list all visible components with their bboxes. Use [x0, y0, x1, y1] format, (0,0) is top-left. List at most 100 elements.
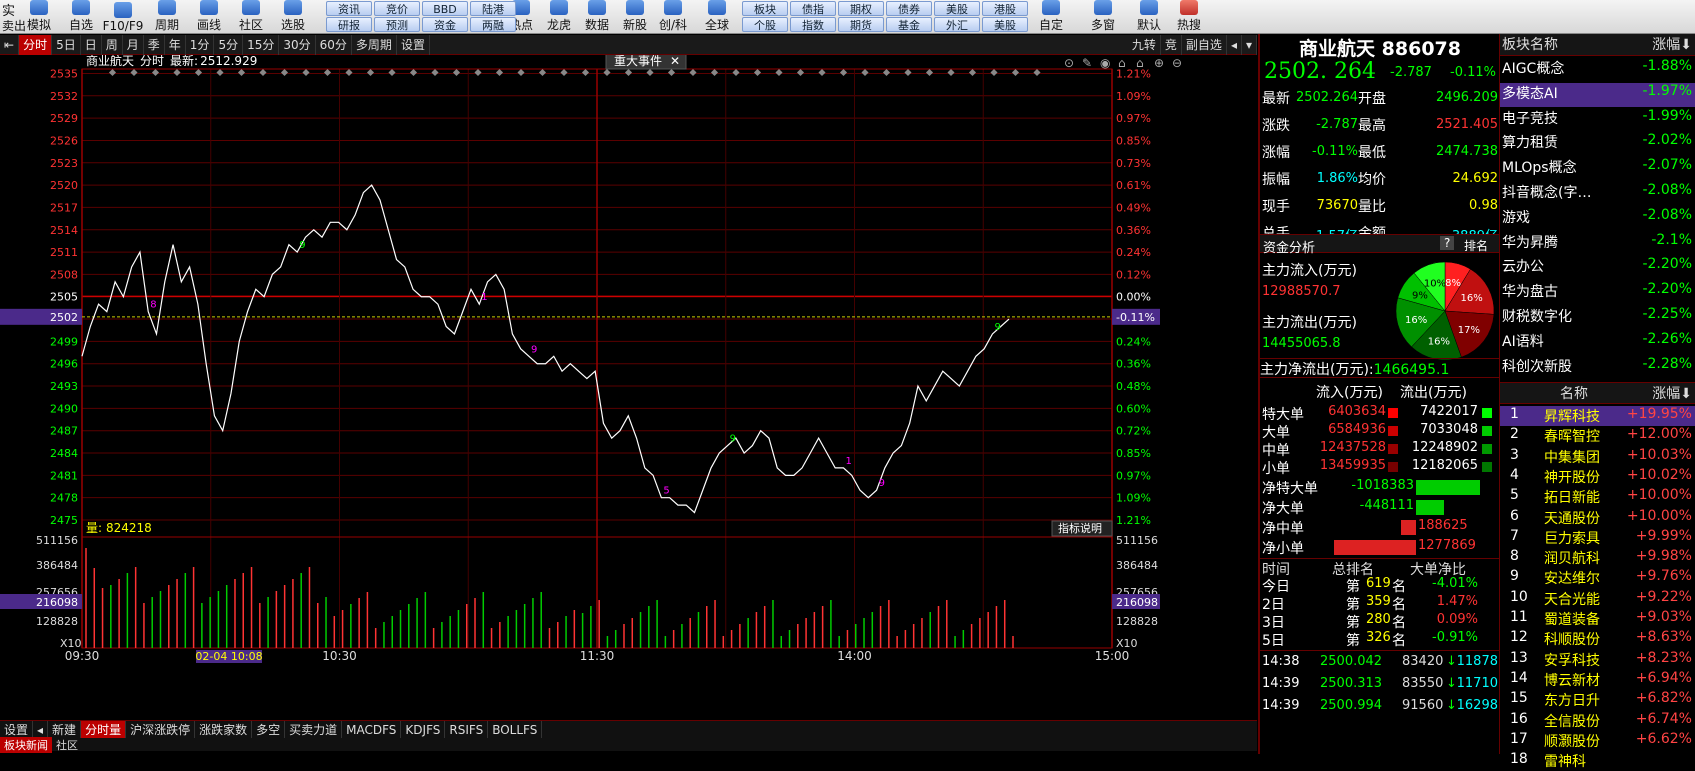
- sector-item[interactable]: 华为昇腾 -2.1%: [1500, 232, 1695, 256]
- event-marker[interactable]: [345, 68, 353, 77]
- sector-item[interactable]: 算力租赁 -2.02%: [1500, 132, 1695, 156]
- toolbar-pair-top[interactable]: 板块: [742, 1, 788, 16]
- sector-head-pct[interactable]: 涨幅⬇: [1652, 34, 1692, 54]
- stock-rank-row[interactable]: 8 润贝航科 +9.98%: [1500, 548, 1695, 568]
- stock-rank-row[interactable]: 4 神开股份 +10.02%: [1500, 467, 1695, 487]
- event-marker[interactable]: [947, 68, 955, 77]
- intraday-chart[interactable]: 2535 1.21% 2532 1.09% 2529 0.97% 2526 0.85% 2523…: [0, 52, 1257, 720]
- chevron-down-icon[interactable]: ▾: [1242, 35, 1257, 55]
- sector-item[interactable]: MLOps概念 -2.07%: [1500, 157, 1695, 181]
- tab-right-0[interactable]: 九转: [1128, 35, 1161, 55]
- chart-tool-icon[interactable]: ⊙: [1064, 56, 1074, 70]
- toolbar-pair-top[interactable]: BBD: [422, 1, 468, 16]
- sector-item[interactable]: 多模态AI -1.97%: [1500, 82, 1695, 107]
- sector-item[interactable]: AI语料 -2.26%: [1500, 331, 1695, 355]
- sector-item[interactable]: 抖音概念(字… -2.08%: [1500, 182, 1695, 206]
- tab-11[interactable]: 60分: [316, 34, 352, 55]
- event-marker[interactable]: [990, 68, 998, 77]
- stock-rank-row[interactable]: 7 巨力索具 +9.99%: [1500, 528, 1695, 548]
- toolbar-pair-bottom[interactable]: 基金: [886, 17, 932, 32]
- toolbar-pair-bottom[interactable]: 个股: [742, 17, 788, 32]
- event-marker[interactable]: [474, 68, 482, 77]
- stock-rank-row[interactable]: 5 拓日新能 +10.00%: [1500, 487, 1695, 507]
- event-marker[interactable]: [495, 68, 504, 77]
- event-marker[interactable]: [667, 68, 676, 77]
- toolbar-pair-bottom[interactable]: 指数: [790, 17, 836, 32]
- event-marker[interactable]: [409, 68, 418, 77]
- event-marker[interactable]: [581, 68, 590, 77]
- toolbar-pair-top[interactable]: 美股: [934, 1, 980, 16]
- sector-item[interactable]: 财税数字化 -2.25%: [1500, 306, 1695, 330]
- toolbar-pair-bottom[interactable]: 两融: [470, 17, 516, 32]
- indicator-tab-6[interactable]: 买卖力道: [285, 720, 343, 739]
- event-marker[interactable]: [280, 68, 289, 77]
- event-marker[interactable]: [388, 68, 396, 77]
- indicator-tab-2[interactable]: 分时量: [81, 720, 127, 739]
- event-marker[interactable]: [753, 68, 762, 77]
- toolbar-button-c3-1[interactable]: 多窗: [1084, 0, 1122, 34]
- chart-canvas[interactable]: 2535 1.21% 2532 1.09% 2529 0.97% 2526 0.85% 2523…: [0, 52, 1257, 720]
- toolbar-pair-bottom[interactable]: 外汇: [934, 17, 980, 32]
- help-button[interactable]: ?: [1440, 236, 1455, 250]
- tab-7[interactable]: 1分: [186, 34, 215, 55]
- tab-0[interactable]: 分时: [19, 34, 53, 55]
- event-marker[interactable]: [194, 68, 203, 77]
- stock-rank-row[interactable]: 9 安达维尔 +9.76%: [1500, 568, 1695, 588]
- event-marker[interactable]: [538, 68, 547, 77]
- rank-head-pct[interactable]: 涨幅⬇: [1652, 383, 1692, 403]
- event-marker[interactable]: [882, 68, 891, 77]
- stock-rank-row[interactable]: 17 顺灏股份 +6.62%: [1500, 731, 1695, 751]
- stock-rank-row[interactable]: 16 全信股份 +6.74%: [1500, 711, 1695, 731]
- toolbar-pair-bottom[interactable]: 研报: [326, 17, 372, 32]
- sector-item[interactable]: 电子竞技 -1.99%: [1500, 108, 1695, 132]
- toolbar-pair-bottom[interactable]: 预测: [374, 17, 420, 32]
- stock-rank-row[interactable]: 12 科顺股份 +8.63%: [1500, 629, 1695, 649]
- event-marker[interactable]: [646, 68, 654, 77]
- sector-item[interactable]: AIGC概念 -1.88%: [1500, 58, 1695, 82]
- event-marker[interactable]: [216, 68, 224, 77]
- stock-rank-row[interactable]: 1 昇辉科技 +19.95%: [1500, 406, 1695, 427]
- event-marker[interactable]: [151, 68, 160, 77]
- toolbar-pair-top[interactable]: 港股: [982, 1, 1028, 16]
- toolbar-button-a-5[interactable]: 社区: [232, 0, 270, 34]
- toolbar-button-a-4[interactable]: 画线: [190, 0, 228, 34]
- tab-1[interactable]: 5日: [52, 34, 81, 55]
- sector-item[interactable]: 云办公 -2.20%: [1500, 256, 1695, 280]
- tab-3[interactable]: 周: [102, 34, 123, 55]
- event-marker[interactable]: [775, 68, 783, 77]
- toolbar-pair-top[interactable]: 陆港: [470, 1, 516, 16]
- close-icon[interactable]: ✕: [670, 54, 680, 68]
- event-marker[interactable]: [1033, 68, 1041, 77]
- toolbar-button-a-2[interactable]: F10/F9: [103, 0, 143, 34]
- stock-rank-row[interactable]: 6 天通股份 +10.00%: [1500, 508, 1695, 528]
- toolbar-pair-top[interactable]: 期权: [838, 1, 884, 16]
- stock-rank-row[interactable]: 15 东方日升 +6.82%: [1500, 690, 1695, 710]
- toolbar-pair-bottom[interactable]: 美股: [982, 17, 1028, 32]
- toolbar-pair-top[interactable]: 债指: [790, 1, 836, 16]
- event-marker[interactable]: [259, 68, 267, 77]
- event-marker[interactable]: [603, 68, 611, 77]
- toolbar-button-b-4[interactable]: 创/科: [654, 0, 692, 34]
- event-marker[interactable]: [323, 68, 332, 77]
- event-marker[interactable]: [517, 68, 525, 77]
- stock-rank-row[interactable]: 2 春晖智控 +12.00%: [1500, 426, 1695, 446]
- tab-10[interactable]: 30分: [279, 34, 316, 55]
- tab-2[interactable]: 日: [81, 34, 102, 55]
- event-marker[interactable]: [1011, 68, 1020, 77]
- event-marker[interactable]: [904, 68, 912, 77]
- toolbar-button-b-5[interactable]: 全球: [698, 0, 736, 34]
- chart-tool-icon[interactable]: ✎: [1082, 56, 1092, 70]
- toolbar-pair-bottom[interactable]: 期货: [838, 17, 884, 32]
- chart-tool-icon[interactable]: ⌂: [1118, 56, 1126, 70]
- toolbar-button-c3-0[interactable]: 自定: [1032, 0, 1070, 34]
- stock-rank-row[interactable]: 3 中集集团 +10.03%: [1500, 447, 1695, 467]
- event-marker[interactable]: [624, 68, 633, 77]
- tab-right-1[interactable]: 竞: [1161, 35, 1182, 55]
- event-marker[interactable]: [861, 68, 869, 77]
- event-marker[interactable]: [366, 68, 375, 77]
- stock-rank-row[interactable]: 18 雷神科: [1500, 751, 1695, 771]
- indicator-tab-5[interactable]: 多空: [252, 720, 286, 739]
- event-marker[interactable]: [796, 68, 805, 77]
- sector-item[interactable]: 华为盘古 -2.20%: [1500, 281, 1695, 305]
- stock-rank-row[interactable]: 13 安孚科技 +8.23%: [1500, 650, 1695, 670]
